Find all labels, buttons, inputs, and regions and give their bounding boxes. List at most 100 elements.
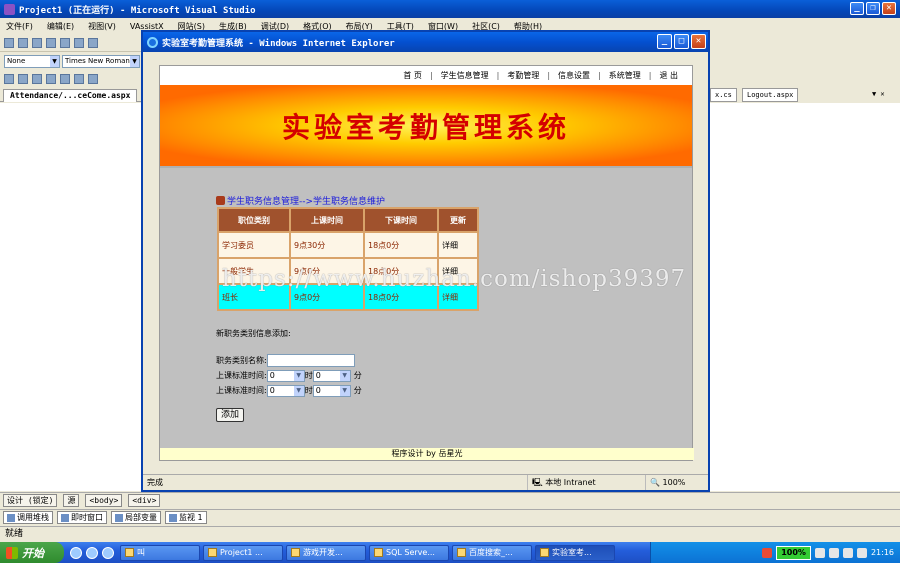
font-combo[interactable]: Times New Roman ▼ [62,54,140,68]
nav-home[interactable]: 首 页 [403,70,422,81]
standard-toolbar [0,70,143,88]
breadcrumb: 学生职务信息管理-->学生职务信息维护 [216,194,385,207]
immediate-window-icon [61,513,69,522]
app-icon [291,548,300,557]
tag-body[interactable]: <body> [85,494,123,507]
ie-viewport: 首 页 | 学生信息管理 | 考勤管理 | 信息设置 | 系统管理 | 退 出 … [143,52,708,474]
immediate-window-tab[interactable]: 即时窗口 [57,511,107,524]
detail-link[interactable]: 详细 [439,285,477,309]
nav-system-admin[interactable]: 系统管理 [609,70,641,81]
step-into-icon[interactable] [60,37,70,48]
restore-icon[interactable]: ❐ [866,2,880,15]
nav-info-settings[interactable]: 信息设置 [558,70,590,81]
site-banner: 实验室考勤管理系统 [160,85,692,168]
battery-indicator[interactable]: 100% [776,545,811,560]
form-row-end-time: 上课标准时间: 0 ▼ 时 0 ▼ 分 [216,383,362,398]
design-view-bar: 设计 (锁定) 源 <body> <div> [0,492,900,508]
cell-start-time: 9点0分 [291,285,363,309]
cut-icon[interactable] [74,74,84,84]
stop-icon[interactable] [32,37,42,48]
new-project-icon[interactable] [4,74,14,84]
chevron-down-icon: ▼ [50,55,59,67]
vs-right-toolbar-area [710,34,900,88]
editor-tab-active[interactable]: Attendance/...ceCome.aspx [3,89,138,102]
save-all-icon[interactable] [60,74,70,84]
nav-student-info[interactable]: 学生信息管理 [441,70,489,81]
task-folder[interactable]: 叫 [120,544,200,561]
ie-window-controls: _ □ ✕ [657,34,706,49]
step-out-icon[interactable] [88,37,98,48]
ie-zoom[interactable]: 🔍 100% [646,475,708,490]
menu-edit[interactable]: 编辑(E) [47,21,74,32]
ie-quicklaunch-icon[interactable] [70,546,82,559]
task-sql-server[interactable]: SQL Serve... [369,544,449,561]
detail-link[interactable]: 详细 [439,233,477,257]
close-icon[interactable]: ✕ [691,34,706,49]
restart-icon[interactable] [46,37,56,48]
banner-title: 实验室考勤管理系统 [281,110,570,144]
end-hour-select[interactable]: 0 ▼ [266,384,305,397]
detail-link[interactable]: 详细 [439,259,477,283]
add-button[interactable]: 添加 [216,408,245,422]
nav-attendance[interactable]: 考勤管理 [507,70,539,81]
continue-icon[interactable] [4,37,14,48]
source-view-button[interactable]: 源 [63,494,80,507]
nav-logout[interactable]: 退 出 [659,70,678,81]
pause-icon[interactable] [18,37,28,48]
menu-file[interactable]: 文件(F) [6,21,33,32]
format-toolbar: None ▼ Times New Roman ▼ [0,52,143,70]
tray-network-icon[interactable] [814,547,825,558]
call-stack-tab[interactable]: 调用堆栈 [3,511,53,524]
save-icon[interactable] [46,74,56,84]
desktop-quicklaunch-icon[interactable] [86,546,98,559]
task-lab-system[interactable]: 实验室考... [535,544,615,561]
nav-separator: | [547,71,551,80]
debug-toolbar [0,34,143,52]
browser-quicklaunch-icon[interactable] [102,546,114,559]
tag-div[interactable]: <div> [128,494,161,507]
editor-tab-logout[interactable]: Logout.aspx [742,88,799,102]
start-hour-select[interactable]: 0 ▼ [266,369,305,382]
col-header-update: 更新 [439,209,477,231]
position-name-input[interactable] [266,354,355,367]
tray-security-icon[interactable] [842,547,853,558]
tray-volume-icon[interactable] [828,547,839,558]
editor-design-surface-right[interactable] [710,103,900,491]
clock: 21:16 [870,548,894,557]
editor-design-surface-left[interactable] [0,103,143,491]
chevron-down-icon: ▼ [293,370,304,381]
task-game-dev[interactable]: 游戏开发... [286,544,366,561]
editor-tab-cs[interactable]: x.cs [710,88,737,102]
start-button[interactable]: 开始 [0,542,64,563]
minute-unit: 分 [353,386,362,395]
col-header-end-time: 下课时间 [365,209,437,231]
minimize-icon[interactable]: _ [850,2,864,15]
locals-tab[interactable]: 局部变量 [111,511,161,524]
cell-position: 一般学生 [219,259,289,283]
tab-dropdown-icon[interactable]: ▼ ✕ [868,88,889,102]
open-folder-icon[interactable] [32,74,42,84]
copy-icon[interactable] [88,74,98,84]
design-view-button[interactable]: 设计 (锁定) [3,494,58,507]
breadcrumb-text[interactable]: 学生职务信息管理-->学生职务信息维护 [227,194,385,207]
tray-app-icon[interactable] [762,547,773,558]
add-item-icon[interactable] [18,74,28,84]
step-over-icon[interactable] [74,37,84,48]
ie-title-bar: 实验室考勤管理系统 - Windows Internet Explorer _ … [143,32,708,52]
ie-zone-label: 本地 Intranet [545,478,596,487]
vs-window-title: Project1 (正在运行) - Microsoft Visual Studi… [19,5,256,16]
style-combo[interactable]: None ▼ [4,54,60,68]
ie-status-bar: 完成 🖳 本地 Intranet 🔍 100% [143,474,708,490]
task-project1[interactable]: Project1 ... [203,544,283,561]
watch-tab[interactable]: 监视 1 [165,511,207,524]
start-minute-select[interactable]: 0 ▼ [312,369,351,382]
add-position-form: 新职务类别信息添加: 职务类别名称: 上课标准时间: 0 ▼ 时 0 ▼ 分 上课标… [216,328,362,422]
minimize-icon[interactable]: _ [657,34,672,49]
start-label: 开始 [22,546,44,560]
maximize-icon[interactable]: □ [674,34,689,49]
end-minute-select[interactable]: 0 ▼ [312,384,351,397]
tray-chat-icon[interactable] [856,547,867,558]
close-icon[interactable]: ✕ [882,2,896,15]
task-baidu[interactable]: 百度搜索_... [452,544,532,561]
menu-view[interactable]: 视图(V) [88,21,116,32]
